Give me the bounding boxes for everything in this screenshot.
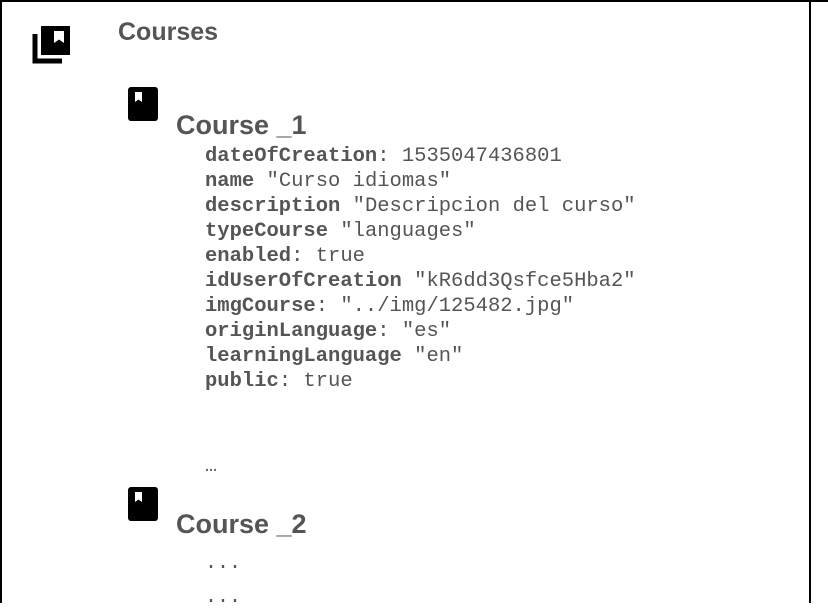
bookmark-book-icon [128,87,158,121]
field-key: imgCourse [205,295,316,318]
field-value: "es" [401,320,452,343]
course-1-ellipsis: … [205,455,218,478]
field-separator: : [315,295,341,318]
field-key: enabled [205,245,292,268]
field-value: 1535047436801 [401,145,562,168]
course-1-title[interactable]: Course _1 [176,110,307,141]
field-value: "languages" [340,220,476,243]
frame-right-border [809,0,811,603]
field-row: description "Descripcion del curso" [205,194,636,219]
course-2-title[interactable]: Course _2 [176,509,307,540]
field-value: "Descripcion del curso" [352,195,636,218]
field-value: true [315,245,365,268]
field-key: originLanguage [205,320,378,343]
field-separator: : [278,370,304,393]
frame-top-border [0,0,828,2]
field-separator [340,195,352,218]
field-value: true [303,370,353,393]
field-row: idUserOfCreation "kR6dd3Qsfce5Hba2" [205,269,636,294]
field-key: learningLanguage [205,345,402,368]
field-key: typeCourse [205,220,329,243]
field-key: idUserOfCreation [205,270,402,293]
course-2-ellipsis: ... [205,586,242,609]
field-row: name "Curso idiomas" [205,169,636,194]
field-separator: : [291,245,316,268]
field-row: typeCourse "languages" [205,219,636,244]
field-value: "Curso idiomas" [266,170,452,193]
field-value: "../img/125482.jpg" [340,295,575,318]
library-books-icon [32,26,70,64]
field-key: dateOfCreation [205,145,378,168]
field-row: imgCourse: "../img/125482.jpg" [205,294,636,319]
field-key: description [205,195,341,218]
field-key: name [205,170,255,193]
field-separator [254,170,266,193]
field-row: public: true [205,369,636,394]
frame-left-border [0,0,2,603]
bookmark-book-icon [128,487,158,521]
field-separator: : [377,320,402,343]
course-2-ellipsis: ... [205,552,242,575]
field-row: originLanguage: "es" [205,319,636,344]
field-row: dateOfCreation: 1535047436801 [205,144,636,169]
field-row: learningLanguage "en" [205,344,636,369]
field-separator [328,220,340,243]
field-value: "kR6dd3Qsfce5Hba2" [414,270,636,293]
course-1-fields: dateOfCreation: 1535047436801 name "Curso… [205,144,636,394]
courses-title[interactable]: Courses [118,18,218,47]
field-key: public [205,370,279,393]
field-separator [402,270,414,293]
field-separator: : [377,145,402,168]
field-value: "en" [414,345,464,368]
field-row: enabled: true [205,244,636,269]
field-separator [402,345,414,368]
